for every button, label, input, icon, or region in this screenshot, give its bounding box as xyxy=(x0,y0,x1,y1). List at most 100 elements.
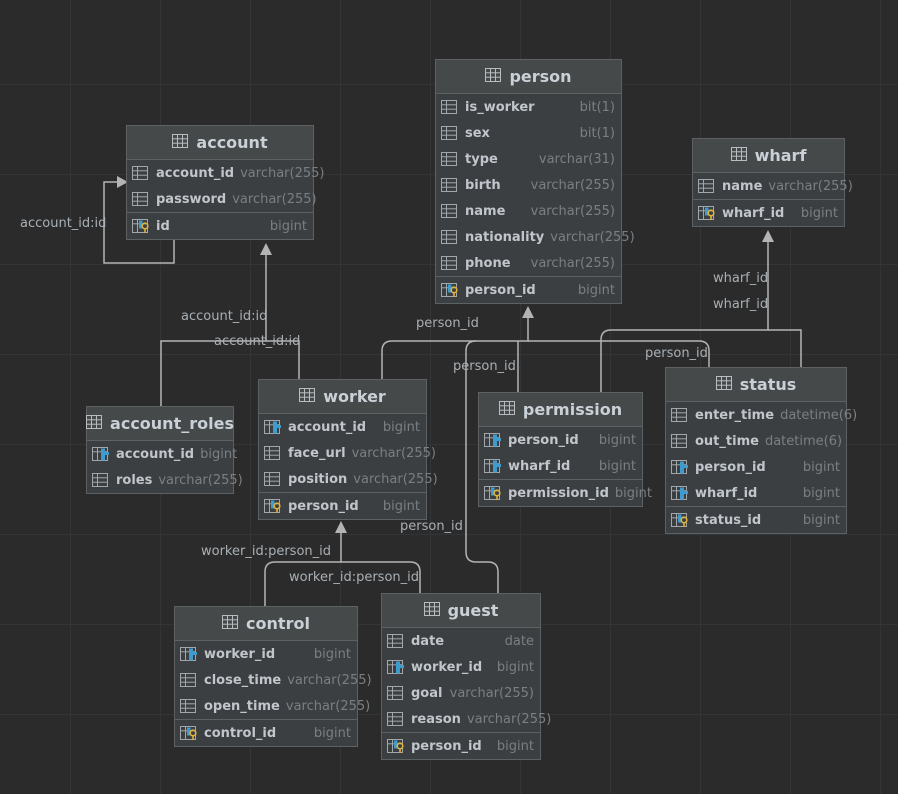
column-name: enter_time xyxy=(695,407,775,423)
column-row-status-id[interactable]: status_id bigint xyxy=(666,506,846,533)
column-row-date[interactable]: date date xyxy=(382,628,540,654)
table-wharf[interactable]: wharf name varchar(255) wharf_id bigint xyxy=(692,138,853,227)
column-row-sex[interactable]: sex bit(1) xyxy=(436,120,621,146)
table-header[interactable]: control xyxy=(175,607,357,641)
column-row-wharf-id[interactable]: wharf_id bigint xyxy=(666,480,846,506)
column-name: wharf_id xyxy=(722,205,785,221)
column-row-goal[interactable]: goal varchar(255) xyxy=(382,680,540,706)
table-header[interactable]: status xyxy=(666,368,846,402)
column-icon xyxy=(441,230,459,244)
table-header[interactable]: worker xyxy=(259,380,426,414)
column-row-type[interactable]: type varchar(31) xyxy=(436,146,621,172)
column-icon xyxy=(441,204,459,218)
primary-key-icon xyxy=(441,283,459,297)
column-name: position xyxy=(288,471,348,487)
column-row-face-url[interactable]: face_url varchar(255) xyxy=(259,440,436,466)
column-type: bigint xyxy=(598,458,636,474)
table-header[interactable]: account_roles xyxy=(86,407,234,441)
column-name: worker_id xyxy=(204,646,276,662)
column-type: bit(1) xyxy=(579,99,615,115)
table-permission[interactable]: permission person_id bigint wharf_id bigint p… xyxy=(478,392,652,507)
column-icon xyxy=(264,472,282,486)
column-row-close-time[interactable]: close_time varchar(255) xyxy=(175,667,372,693)
column-row-id[interactable]: id bigint xyxy=(127,212,313,239)
column-row-open-time[interactable]: open_time varchar(255) xyxy=(175,693,370,719)
column-type: date xyxy=(504,633,534,649)
column-row-name[interactable]: name varchar(255) xyxy=(436,198,621,224)
arrow-person xyxy=(522,306,534,318)
column-type: bigint xyxy=(598,432,636,448)
column-row-nationality[interactable]: nationality varchar(255) xyxy=(436,224,635,250)
table-account-roles[interactable]: account_roles account_id bigint roles varcha… xyxy=(86,406,243,494)
column-name: date xyxy=(411,633,445,649)
column-type: bigint xyxy=(269,218,307,234)
column-row-account-id[interactable]: account_id varchar(255) xyxy=(127,160,324,186)
column-row-worker-id[interactable]: worker_id bigint xyxy=(175,641,357,667)
foreign-key-icon xyxy=(671,460,689,474)
column-type: varchar(255) xyxy=(530,203,615,219)
column-type: datetime(6) xyxy=(764,433,843,449)
column-name: wharf_id xyxy=(508,458,571,474)
column-name: name xyxy=(722,178,763,194)
column-row-wharf-id[interactable]: wharf_id bigint xyxy=(479,453,642,479)
column-row-permission-id[interactable]: permission_id bigint xyxy=(479,479,652,506)
column-row-person-id[interactable]: person_id bigint xyxy=(436,276,621,303)
column-name: password xyxy=(156,191,227,207)
column-row-roles[interactable]: roles varchar(255) xyxy=(87,467,243,493)
column-type: datetime(6) xyxy=(780,407,858,423)
column-row-enter-time[interactable]: enter_time datetime(6) xyxy=(666,402,857,428)
column-row-person-id[interactable]: person_id bigint xyxy=(666,454,846,480)
column-type: bigint xyxy=(496,659,534,675)
column-name: worker_id xyxy=(411,659,483,675)
column-row-phone[interactable]: phone varchar(255) xyxy=(436,250,621,276)
column-icon xyxy=(387,634,405,648)
column-name: id xyxy=(156,218,170,234)
table-header[interactable]: permission xyxy=(479,393,642,427)
table-worker[interactable]: worker account_id bigint face_url varchar(25… xyxy=(258,379,438,520)
table-header[interactable]: guest xyxy=(382,594,540,628)
column-row-person-id[interactable]: person_id bigint xyxy=(479,427,642,453)
column-row-wharf-id[interactable]: wharf_id bigint xyxy=(693,199,844,226)
table-guest[interactable]: guest date date worker_id bigint goal varchar(… xyxy=(381,593,551,760)
column-name: birth xyxy=(465,177,501,193)
primary-key-icon xyxy=(484,486,502,500)
table-header[interactable]: wharf xyxy=(693,139,844,173)
label-person-status: person_id xyxy=(645,346,708,361)
table-control[interactable]: control worker_id bigint close_time varchar(… xyxy=(174,606,372,747)
column-type: bigint xyxy=(802,485,840,501)
column-row-account-id[interactable]: account_id bigint xyxy=(259,414,426,440)
primary-key-icon xyxy=(387,739,405,753)
table-header[interactable]: account xyxy=(127,126,313,160)
column-type: bigint xyxy=(313,646,351,662)
column-name: roles xyxy=(116,472,153,488)
column-row-name[interactable]: name varchar(255) xyxy=(693,173,853,199)
column-row-reason[interactable]: reason varchar(255) xyxy=(382,706,551,732)
table-status[interactable]: status enter_time datetime(6) out_time datet… xyxy=(665,367,857,534)
column-row-worker-id[interactable]: worker_id bigint xyxy=(382,654,540,680)
table-header[interactable]: person xyxy=(436,60,621,94)
table-icon xyxy=(423,601,440,620)
label-worker-guest: worker_id:person_id xyxy=(289,570,420,585)
column-row-control-id[interactable]: control_id bigint xyxy=(175,719,357,746)
table-person[interactable]: person is_worker bit(1) sex bit(1) type varcha… xyxy=(435,59,635,304)
table-account[interactable]: account account_id varchar(255) password var… xyxy=(126,125,324,240)
foreign-key-icon xyxy=(92,447,110,461)
column-row-out-time[interactable]: out_time datetime(6) xyxy=(666,428,846,454)
foreign-key-icon xyxy=(671,486,689,500)
column-row-position[interactable]: position varchar(255) xyxy=(259,466,438,492)
label-guest-person: person_id xyxy=(400,519,463,534)
column-row-person-id[interactable]: person_id bigint xyxy=(382,732,540,759)
column-row-password[interactable]: password varchar(255) xyxy=(127,186,317,212)
column-icon xyxy=(180,699,198,713)
column-icon xyxy=(441,152,459,166)
column-row-birth[interactable]: birth varchar(255) xyxy=(436,172,621,198)
column-row-is-worker[interactable]: is_worker bit(1) xyxy=(436,94,621,120)
column-name: person_id xyxy=(465,282,536,298)
table-title: control xyxy=(246,614,310,633)
column-type: varchar(255) xyxy=(287,672,372,688)
link-wharf-status xyxy=(768,329,802,367)
column-row-account-id[interactable]: account_id bigint xyxy=(87,441,237,467)
column-type: varchar(255) xyxy=(530,177,615,193)
column-row-person-id[interactable]: person_id bigint xyxy=(259,492,426,519)
link-roles-account xyxy=(160,253,267,406)
